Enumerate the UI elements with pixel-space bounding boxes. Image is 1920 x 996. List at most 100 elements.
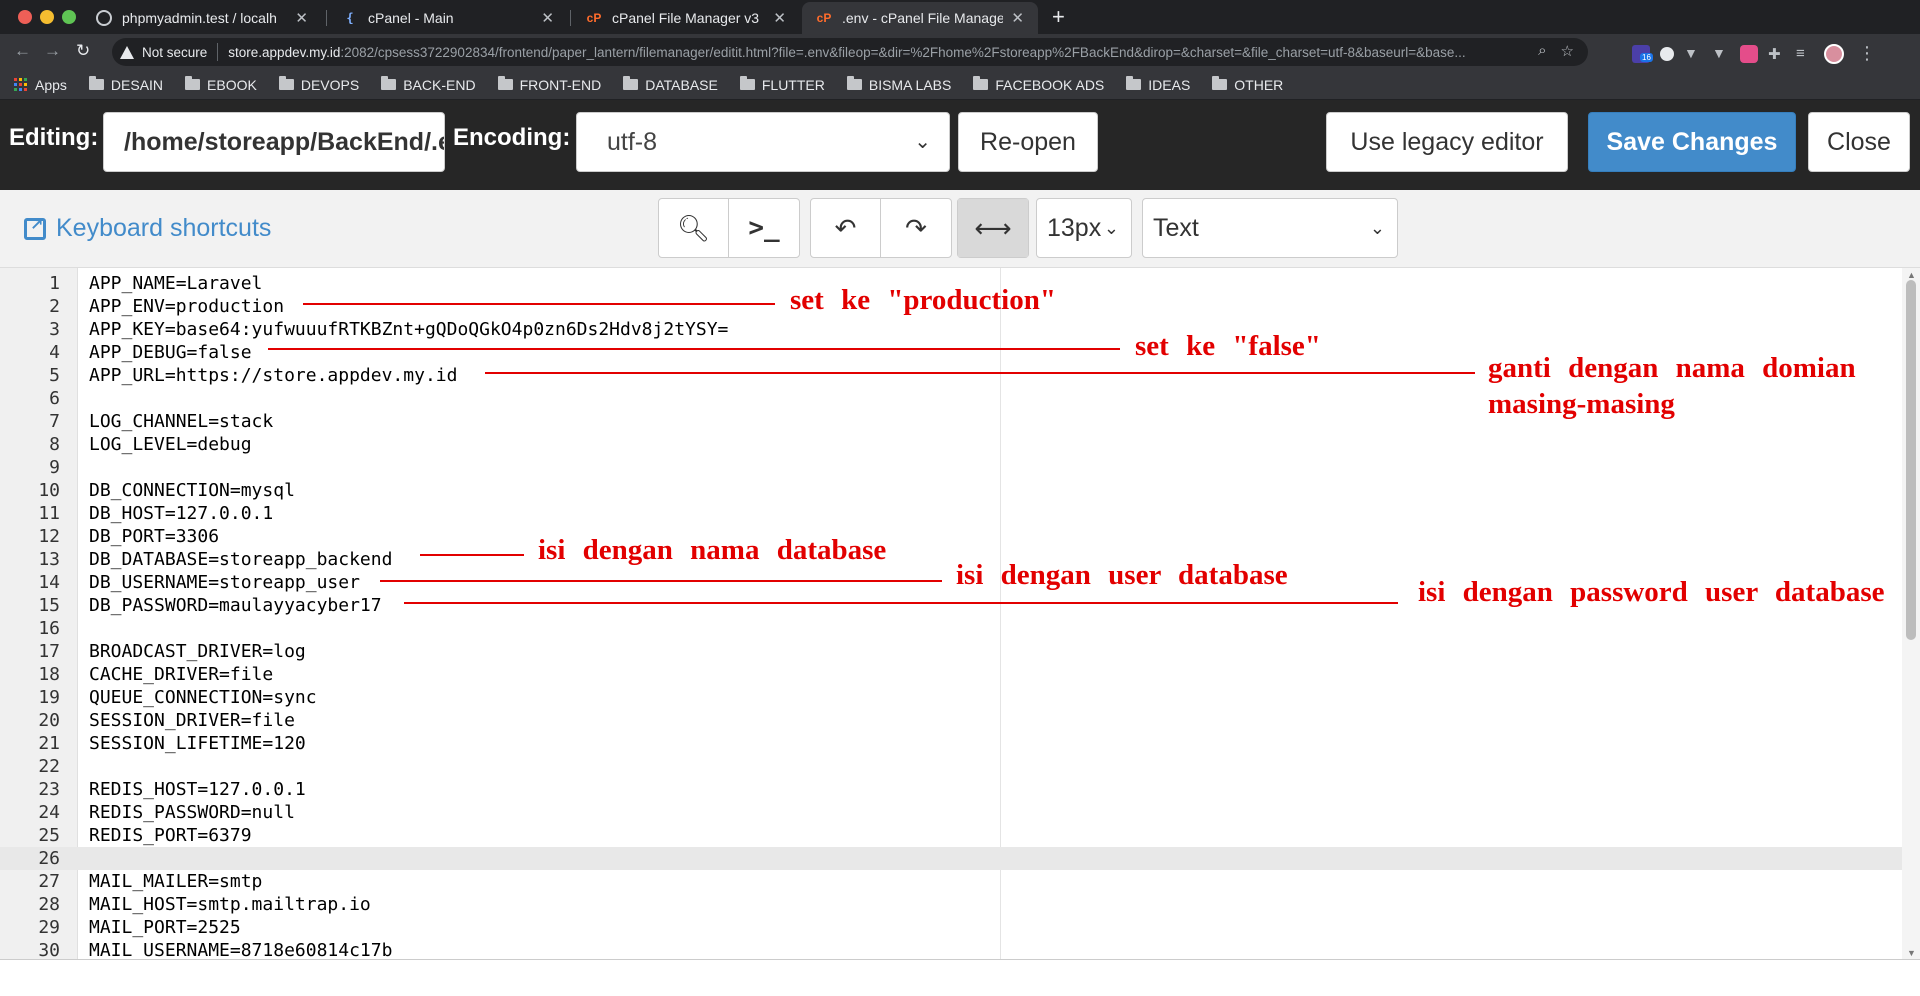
code-text[interactable]: DB_HOST=127.0.0.1 <box>89 502 273 525</box>
zoom-icon[interactable]: ⌕ <box>1538 42 1546 60</box>
bookmark-star-icon[interactable]: ☆ <box>1561 42 1574 60</box>
browser-tab-cpanel-main[interactable]: { cPanel - Main ✕ <box>328 2 568 34</box>
reopen-button[interactable]: Re-open <box>958 112 1098 172</box>
code-text[interactable]: MAIL_PORT=2525 <box>89 916 241 939</box>
tab-close-icon[interactable]: ✕ <box>773 9 786 27</box>
profile-avatar[interactable] <box>1824 43 1844 64</box>
bookmark-folder[interactable]: FLUTTER <box>739 76 825 93</box>
search-button[interactable]: 🔍︎ <box>659 199 729 257</box>
code-line[interactable]: 18 CACHE_DRIVER=file <box>0 663 1902 686</box>
bookmark-folder[interactable]: OTHER <box>1212 76 1283 93</box>
bookmark-folder[interactable]: FRONT-END <box>497 76 601 93</box>
bookmark-folder[interactable]: IDEAS <box>1126 76 1190 93</box>
code-line[interactable]: 11 DB_HOST=127.0.0.1 <box>0 502 1902 525</box>
font-size-select[interactable]: 13px ⌄ <box>1036 198 1132 258</box>
code-line[interactable]: 22 <box>0 755 1902 778</box>
extension-icon[interactable] <box>1740 44 1758 63</box>
code-line[interactable]: 30 MAIL_USERNAME=8718e60814c17b <box>0 939 1902 959</box>
code-text[interactable]: APP_DEBUG=false <box>89 341 252 364</box>
undo-button[interactable]: ↶ <box>811 199 881 257</box>
tab-close-icon[interactable]: ✕ <box>295 9 308 27</box>
extension-icon[interactable]: 16 <box>1632 44 1653 63</box>
code-text[interactable]: MAIL_USERNAME=8718e60814c17b <box>89 939 392 959</box>
keyboard-shortcuts-link[interactable]: Keyboard shortcuts <box>24 214 271 243</box>
code-line[interactable]: 24 REDIS_PASSWORD=null <box>0 801 1902 824</box>
extension-v-icon[interactable]: ▼ <box>1684 45 1702 63</box>
code-line[interactable]: 17 BROADCAST_DRIVER=log <box>0 640 1902 663</box>
code-text[interactable]: DB_CONNECTION=mysql <box>89 479 295 502</box>
code-text[interactable]: APP_ENV=production <box>89 295 284 318</box>
bookmark-folder[interactable]: BISMA LABS <box>846 76 951 93</box>
code-text[interactable]: BROADCAST_DRIVER=log <box>89 640 306 663</box>
code-line[interactable]: 19 QUEUE_CONNECTION=sync <box>0 686 1902 709</box>
code-text[interactable]: APP_KEY=base64:yufwuuufRTKBZnt+gQDoQGkO4… <box>89 318 728 341</box>
code-editor[interactable]: 1 APP_NAME=Laravel 2 APP_ENV=production 3 APP… <box>0 268 1920 960</box>
code-text[interactable]: REDIS_PASSWORD=null <box>89 801 295 824</box>
code-line[interactable]: 3 APP_KEY=base64:yufwuuufRTKBZnt+gQDoQGkO… <box>0 318 1902 341</box>
vertical-scrollbar[interactable]: ▲ ▼ <box>1902 268 1920 959</box>
puzzle-icon[interactable]: ✚ <box>1768 45 1786 63</box>
code-text[interactable]: DB_PASSWORD=maulayyacyber17 <box>89 594 382 617</box>
code-line[interactable]: 25 REDIS_PORT=6379 <box>0 824 1902 847</box>
extension-icon[interactable] <box>1660 46 1674 61</box>
code-line[interactable]: 13 DB_DATABASE=storeapp_backend <box>0 548 1902 571</box>
browser-tab-phpmyadmin[interactable]: phpmyadmin.test / localh ✕ <box>82 2 322 34</box>
code-text[interactable]: CACHE_DRIVER=file <box>89 663 273 686</box>
extension-v-icon[interactable]: ▼ <box>1712 45 1730 63</box>
code-line[interactable]: 29 MAIL_PORT=2525 <box>0 916 1902 939</box>
code-line[interactable]: 12 DB_PORT=3306 <box>0 525 1902 548</box>
code-text[interactable]: REDIS_HOST=127.0.0.1 <box>89 778 306 801</box>
more-menu-icon[interactable]: ⋮ <box>1858 43 1876 64</box>
bookmark-folder[interactable]: DATABASE <box>623 76 718 93</box>
bookmark-folder[interactable]: DESAIN <box>88 76 163 93</box>
code-line[interactable]: 23 REDIS_HOST=127.0.0.1 <box>0 778 1902 801</box>
tab-close-icon[interactable]: ✕ <box>541 9 554 27</box>
browser-tab-file-manager[interactable]: cP cPanel File Manager v3 ✕ <box>572 2 800 34</box>
code-text[interactable]: DB_USERNAME=storeapp_user <box>89 571 360 594</box>
code-line[interactable]: 26 <box>0 847 1902 870</box>
code-text[interactable]: DB_PORT=3306 <box>89 525 219 548</box>
encoding-select[interactable]: utf-8 ⌄ <box>576 112 950 172</box>
code-text[interactable]: DB_DATABASE=storeapp_backend <box>89 548 392 571</box>
goto-line-button[interactable]: >_ <box>729 199 799 257</box>
bookmark-folder[interactable]: DEVOPS <box>278 76 359 93</box>
bookmark-folder[interactable]: FACEBOOK ADS <box>973 76 1104 93</box>
window-close-button[interactable] <box>18 10 32 24</box>
close-button[interactable]: Close <box>1808 112 1910 172</box>
scroll-down-icon[interactable]: ▼ <box>1907 948 1916 958</box>
bookmark-apps[interactable]: Apps <box>14 77 67 93</box>
mode-select[interactable]: Text ⌄ <box>1142 198 1398 258</box>
tab-close-icon[interactable]: ✕ <box>1011 9 1024 27</box>
code-line[interactable]: 27 MAIL_MAILER=smtp <box>0 870 1902 893</box>
bookmark-folder[interactable]: EBOOK <box>185 76 257 93</box>
code-text[interactable]: SESSION_LIFETIME=120 <box>89 732 306 755</box>
code-text[interactable]: APP_URL=https://store.appdev.my.id <box>89 364 457 387</box>
save-changes-button[interactable]: Save Changes <box>1588 112 1796 172</box>
code-text[interactable]: APP_NAME=Laravel <box>89 272 262 295</box>
code-line[interactable]: 9 <box>0 456 1902 479</box>
browser-tab-env-editor[interactable]: cP .env - cPanel File Manager ✕ <box>802 2 1038 34</box>
code-text[interactable]: LOG_CHANNEL=stack <box>89 410 273 433</box>
code-line[interactable]: 21 SESSION_LIFETIME=120 <box>0 732 1902 755</box>
code-line[interactable]: 28 MAIL_HOST=smtp.mailtrap.io <box>0 893 1902 916</box>
window-minimize-button[interactable] <box>40 10 54 24</box>
code-text[interactable]: SESSION_DRIVER=file <box>89 709 295 732</box>
back-arrow-icon[interactable]: ← <box>14 41 31 61</box>
code-line[interactable]: 16 <box>0 617 1902 640</box>
window-maximize-button[interactable] <box>62 10 76 24</box>
code-line[interactable]: 10 DB_CONNECTION=mysql <box>0 479 1902 502</box>
code-text[interactable]: REDIS_PORT=6379 <box>89 824 252 847</box>
code-text[interactable]: MAIL_HOST=smtp.mailtrap.io <box>89 893 371 916</box>
scroll-up-icon[interactable]: ▲ <box>1907 270 1916 280</box>
reading-list-icon[interactable]: ≡ <box>1796 45 1814 63</box>
code-text[interactable]: LOG_LEVEL=debug <box>89 433 252 456</box>
reload-icon[interactable]: ↻ <box>76 41 90 61</box>
code-text[interactable]: MAIL_MAILER=smtp <box>89 870 262 893</box>
forward-arrow-icon[interactable]: → <box>44 41 61 61</box>
code-line[interactable]: 20 SESSION_DRIVER=file <box>0 709 1902 732</box>
new-tab-button[interactable]: + <box>1052 4 1065 30</box>
bookmark-folder[interactable]: BACK-END <box>381 76 476 93</box>
address-bar[interactable]: Not secure store.appdev.my.id :2082/cpse… <box>112 38 1588 66</box>
scrollbar-thumb[interactable] <box>1906 280 1916 640</box>
redo-button[interactable]: ↷ <box>881 199 951 257</box>
